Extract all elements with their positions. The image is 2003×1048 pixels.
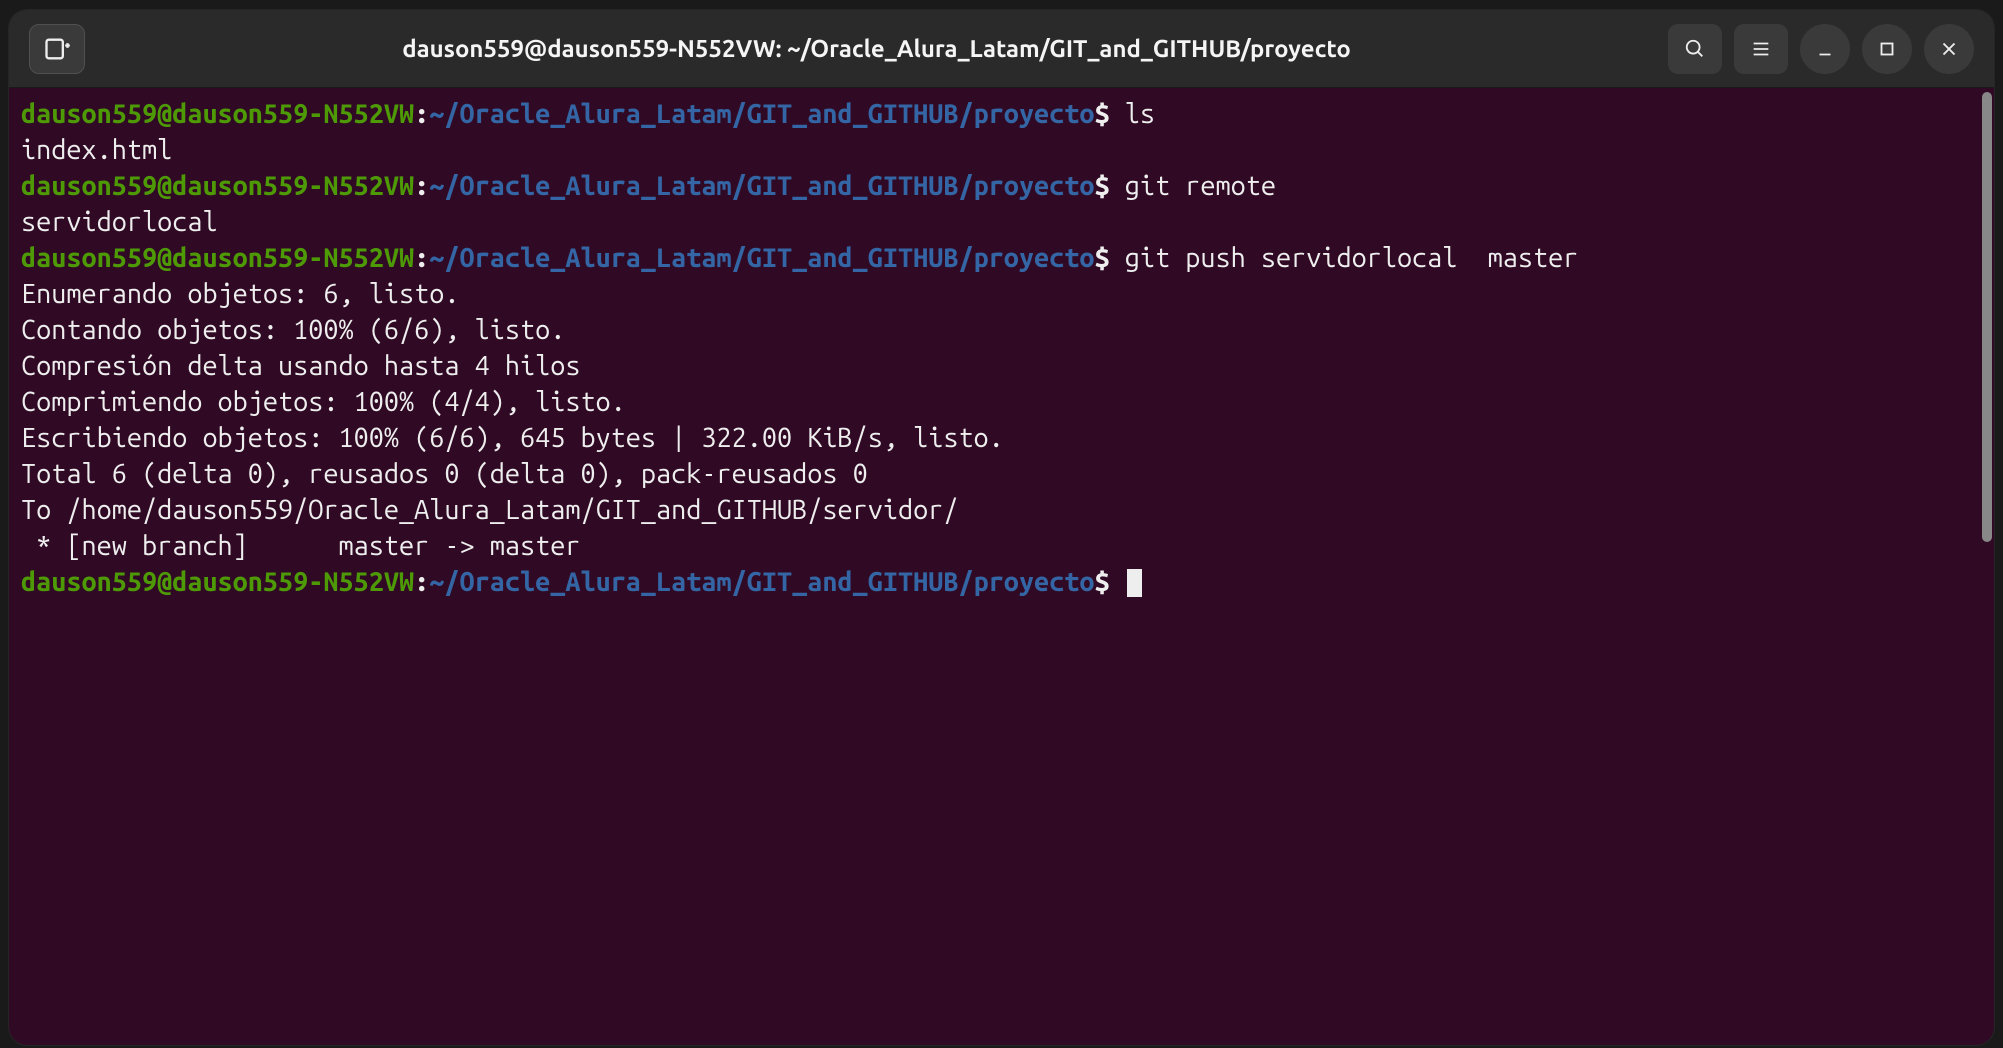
- new-tab-button[interactable]: [29, 24, 85, 74]
- prompt-symbol: $: [1095, 567, 1125, 597]
- output-line: Enumerando objetos: 6, listo.: [21, 276, 1982, 312]
- command-text: git remote: [1125, 171, 1276, 201]
- terminal-body[interactable]: dauson559@dauson559-N552VW:~/Oracle_Alur…: [9, 88, 1994, 1045]
- user-host: dauson559@dauson559-N552VW: [21, 567, 414, 597]
- prompt-symbol: $: [1095, 171, 1125, 201]
- output-line: Comprimiendo objetos: 100% (4/4), listo.: [21, 384, 1982, 420]
- hamburger-icon: [1750, 38, 1772, 60]
- output-line: index.html: [21, 132, 1982, 168]
- prompt-line: dauson559@dauson559-N552VW:~/Oracle_Alur…: [21, 168, 1982, 204]
- prompt-line: dauson559@dauson559-N552VW:~/Oracle_Alur…: [21, 96, 1982, 132]
- search-icon: [1684, 38, 1706, 60]
- close-button[interactable]: [1924, 24, 1974, 74]
- output-line: Contando objetos: 100% (6/6), listo.: [21, 312, 1982, 348]
- maximize-button[interactable]: [1862, 24, 1912, 74]
- prompt-symbol: $: [1095, 243, 1125, 273]
- minimize-button[interactable]: [1800, 24, 1850, 74]
- output-line: * [new branch] master -> master: [21, 528, 1982, 564]
- titlebar: dauson559@dauson559-N552VW: ~/Oracle_Alu…: [9, 10, 1994, 88]
- command-text: ls: [1125, 99, 1155, 129]
- working-dir: ~/Oracle_Alura_Latam/GIT_and_GITHUB/proy…: [429, 567, 1094, 597]
- colon: :: [414, 243, 429, 273]
- output-line: servidorlocal: [21, 204, 1982, 240]
- output-line: Compresión delta usando hasta 4 hilos: [21, 348, 1982, 384]
- command-text: git push servidorlocal master: [1125, 243, 1579, 273]
- output-line: Escribiendo objetos: 100% (6/6), 645 byt…: [21, 420, 1982, 456]
- colon: :: [414, 99, 429, 129]
- search-button[interactable]: [1668, 24, 1722, 74]
- output-line: Total 6 (delta 0), reusados 0 (delta 0),…: [21, 456, 1982, 492]
- prompt-line: dauson559@dauson559-N552VW:~/Oracle_Alur…: [21, 240, 1982, 276]
- colon: :: [414, 171, 429, 201]
- cursor: [1127, 569, 1142, 597]
- user-host: dauson559@dauson559-N552VW: [21, 243, 414, 273]
- menu-button[interactable]: [1734, 24, 1788, 74]
- minimize-icon: [1814, 38, 1836, 60]
- prompt-line: dauson559@dauson559-N552VW:~/Oracle_Alur…: [21, 564, 1982, 600]
- colon: :: [414, 567, 429, 597]
- terminal-window: dauson559@dauson559-N552VW: ~/Oracle_Alu…: [9, 10, 1994, 1045]
- maximize-icon: [1876, 38, 1898, 60]
- window-title: dauson559@dauson559-N552VW: ~/Oracle_Alu…: [93, 35, 1660, 62]
- window-controls: [1668, 24, 1974, 74]
- output-line: To /home/dauson559/Oracle_Alura_Latam/GI…: [21, 492, 1982, 528]
- scrollbar[interactable]: [1982, 92, 1992, 542]
- new-tab-icon: [43, 35, 71, 63]
- user-host: dauson559@dauson559-N552VW: [21, 171, 414, 201]
- working-dir: ~/Oracle_Alura_Latam/GIT_and_GITHUB/proy…: [429, 171, 1094, 201]
- user-host: dauson559@dauson559-N552VW: [21, 99, 414, 129]
- close-icon: [1938, 38, 1960, 60]
- prompt-symbol: $: [1095, 99, 1125, 129]
- working-dir: ~/Oracle_Alura_Latam/GIT_and_GITHUB/proy…: [429, 243, 1094, 273]
- working-dir: ~/Oracle_Alura_Latam/GIT_and_GITHUB/proy…: [429, 99, 1094, 129]
